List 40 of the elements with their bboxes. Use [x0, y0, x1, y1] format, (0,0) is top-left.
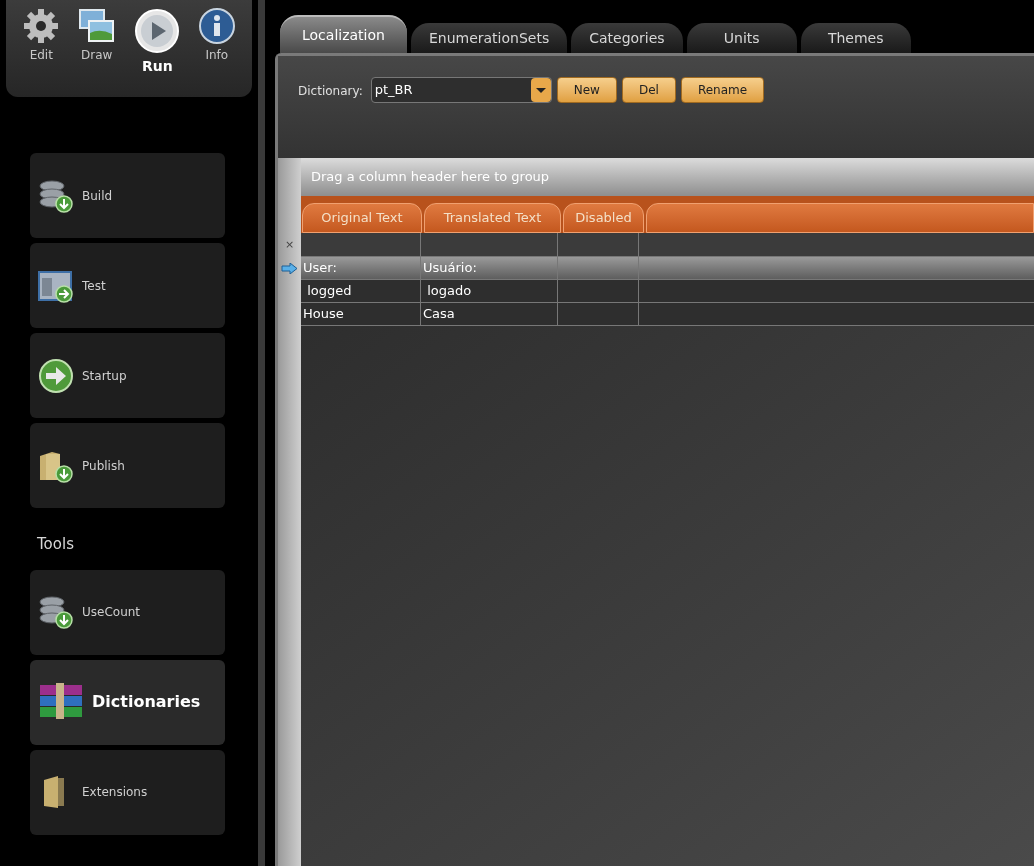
table-cell-text: logged [306, 282, 352, 301]
tab[interactable]: Units [686, 23, 797, 53]
sidebar-button[interactable]: UseCount [30, 569, 225, 655]
tab[interactable]: Categories [571, 23, 683, 53]
grid-row[interactable]: House Casa [301, 303, 1034, 326]
sidebar-button[interactable]: Publish [30, 423, 225, 508]
tab[interactable]: EnumerationSets [410, 23, 568, 53]
sidebar-button[interactable]: Extensions [30, 749, 225, 835]
grid-row[interactable]: logged logado [301, 280, 1034, 303]
new-row-marker: × [284, 236, 295, 253]
dictionary-button[interactable]: Del [621, 77, 676, 103]
table-cell-text: House [303, 305, 344, 324]
database-icon [38, 177, 74, 214]
tools-heading: Tools [37, 534, 75, 555]
tab[interactable]: Localization [280, 15, 407, 53]
table-cell-text: User: [303, 259, 337, 278]
sidebar-button[interactable]: Test [30, 243, 225, 328]
gear-icon [23, 8, 60, 44]
caret-icon [530, 78, 551, 102]
tab[interactable]: Themes [800, 23, 911, 53]
table-cell-text: Usuário: [423, 259, 477, 278]
table-cell-text: logado [426, 282, 472, 301]
sidebar-button[interactable]: Startup [30, 333, 225, 418]
sidebar-button[interactable]: Dictionaries [30, 659, 225, 745]
table-cell-text: Casa [423, 305, 455, 324]
toolbar-button[interactable]: Draw [77, 8, 116, 64]
database-icon [38, 594, 74, 630]
dictionary-label: Dictionary: [298, 83, 363, 100]
play-icon [134, 8, 181, 54]
dictionary-button[interactable]: New [556, 77, 617, 103]
dictionary-button[interactable]: Rename [680, 77, 765, 103]
info-icon [198, 8, 235, 44]
toolbar-button[interactable]: Run [134, 8, 181, 77]
dictionary-dropdown[interactable]: pt_BR [370, 77, 552, 103]
pictures-icon [77, 8, 116, 44]
group-hint: Drag a column header here to group [311, 168, 550, 187]
grid-row[interactable]: User: Usuário: [301, 257, 1034, 280]
sidebar-button[interactable]: Build [30, 153, 225, 238]
toolbar-button[interactable]: Edit [23, 8, 60, 64]
toolbar-button[interactable]: Info [198, 8, 235, 64]
